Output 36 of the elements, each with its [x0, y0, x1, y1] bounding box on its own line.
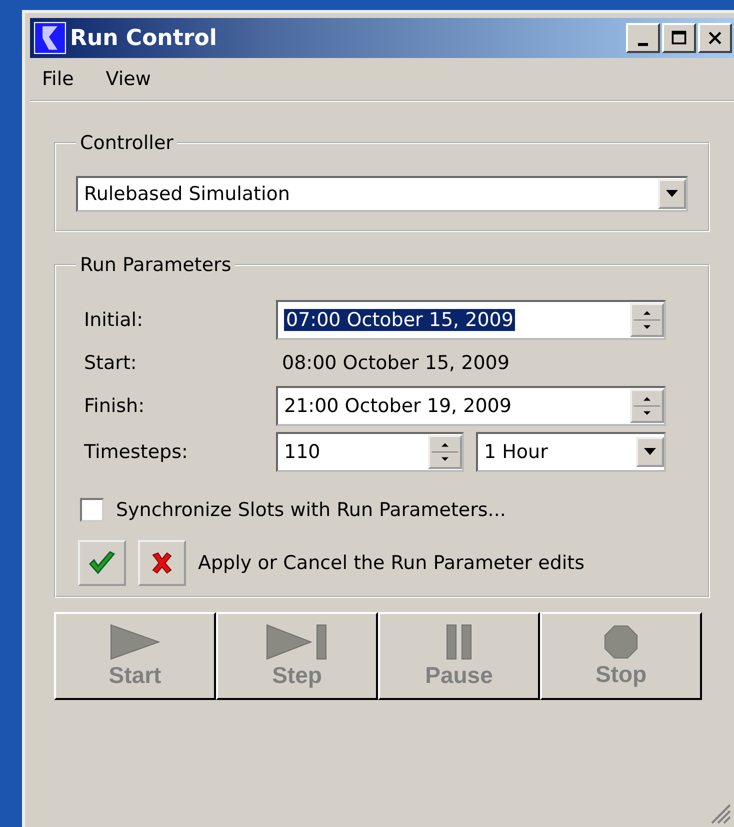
field-label: Finish: — [83, 395, 146, 417]
timesteps-spin-field[interactable]: 110 — [276, 432, 464, 472]
field-label: Initial: — [83, 309, 144, 331]
menu-item[interactable]: File — [42, 68, 74, 90]
field-value: 08:00 October 15, 2009 — [281, 351, 510, 376]
stop-icon — [604, 624, 638, 658]
step-icon — [266, 624, 328, 660]
close-button[interactable] — [698, 23, 732, 53]
maximize-button[interactable] — [662, 23, 696, 53]
field-value: 21:00 October 19, 2009 — [284, 395, 512, 417]
app-icon — [34, 22, 66, 54]
date-spin-field[interactable]: 21:00 October 19, 2009 — [276, 386, 666, 426]
field-label: Timesteps: — [83, 441, 189, 463]
checkbox[interactable] — [80, 498, 104, 522]
apply-button[interactable] — [78, 540, 126, 586]
controller-dropdown[interactable]: Rulebased Simulation — [76, 176, 688, 212]
maximize-icon — [670, 29, 688, 47]
field-label: Start: — [83, 352, 138, 374]
group-label: Run Parameters — [79, 254, 232, 276]
menu-item[interactable]: View — [106, 68, 151, 90]
pause-icon — [446, 624, 472, 660]
checkbox-label: Synchronize Slots with Run Parameters... — [116, 499, 506, 521]
window-title: Run Control — [70, 26, 218, 50]
group-label: Controller — [79, 132, 174, 154]
apply-hint-text: Apply or Cancel the Run Parameter edits — [198, 552, 585, 574]
play-icon — [110, 624, 160, 660]
cross-icon — [150, 551, 174, 575]
minimize-icon — [638, 42, 648, 46]
date-spin-field[interactable]: 07:00 October 15, 2009 — [276, 300, 666, 340]
minimize-button[interactable] — [626, 23, 660, 53]
close-icon — [706, 29, 724, 47]
unit-dropdown[interactable]: 1 Hour — [476, 432, 666, 472]
cancel-button[interactable] — [138, 540, 186, 586]
field-value: 07:00 October 15, 2009 — [284, 309, 516, 331]
dropdown-arrow-icon — [644, 448, 656, 456]
dropdown-arrow-icon — [666, 190, 678, 198]
